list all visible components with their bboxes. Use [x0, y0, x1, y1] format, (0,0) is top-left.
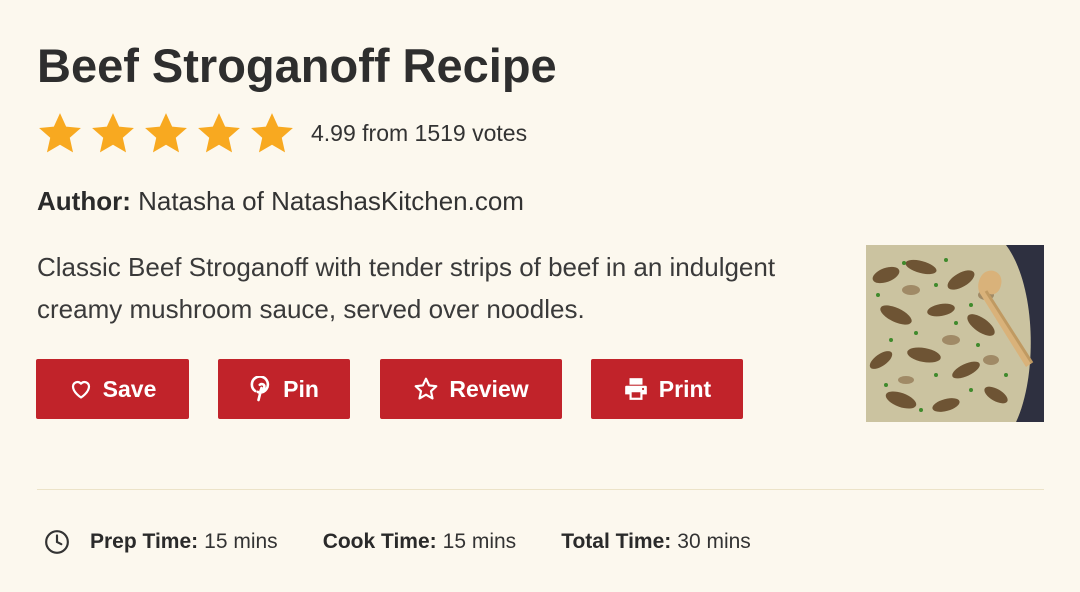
total-time-value: 30 mins	[677, 530, 751, 553]
page-title: Beef Stroganoff Recipe	[37, 39, 557, 92]
recipe-times: Prep Time: 15 mins Cook Time: 15 mins To…	[44, 525, 751, 559]
save-button-label: Save	[102, 375, 157, 402]
star-icon[interactable]	[90, 110, 136, 156]
prep-time-label: Prep Time:	[90, 530, 199, 553]
recipe-author: Author: Natasha of NatashasKitchen.com	[37, 184, 524, 218]
star-icon[interactable]	[249, 110, 295, 156]
pinterest-icon	[249, 376, 273, 402]
printer-icon	[623, 376, 649, 402]
save-button[interactable]: Save	[36, 359, 189, 419]
star-icon[interactable]	[37, 110, 83, 156]
heart-icon	[69, 377, 93, 401]
star-rating[interactable]	[37, 110, 302, 156]
clock-icon	[44, 529, 70, 555]
cook-time-label: Cook Time:	[322, 530, 437, 553]
divider	[37, 489, 1044, 490]
print-button-label: Print	[658, 375, 712, 402]
pin-button-label: Pin	[283, 375, 319, 402]
total-time: Total Time: 30 mins	[561, 530, 751, 554]
cook-time-value: 15 mins	[442, 530, 517, 553]
print-button[interactable]: Print	[591, 359, 743, 419]
author-label: Author:	[37, 186, 131, 216]
rating-summary: 4.99 from 1519 votes	[311, 119, 528, 146]
recipe-photo	[866, 245, 1044, 422]
cook-time: Cook Time: 15 mins	[323, 530, 517, 554]
recipe-summary: Classic Beef Stroganoff with tender stri…	[37, 252, 776, 324]
pin-button[interactable]: Pin	[218, 359, 350, 419]
prep-time: Prep Time: 15 mins	[90, 530, 278, 554]
total-time-label: Total Time:	[561, 530, 672, 553]
prep-time-value: 15 mins	[204, 530, 278, 553]
star-icon[interactable]	[196, 110, 242, 156]
star-outline-icon	[413, 376, 439, 402]
review-button[interactable]: Review	[380, 359, 562, 419]
review-button-label: Review	[449, 375, 529, 402]
star-icon[interactable]	[143, 110, 189, 156]
recipe-rating: 4.99 from 1519 votes	[37, 108, 527, 158]
author-name: Natasha of NatashasKitchen.com	[138, 186, 524, 216]
